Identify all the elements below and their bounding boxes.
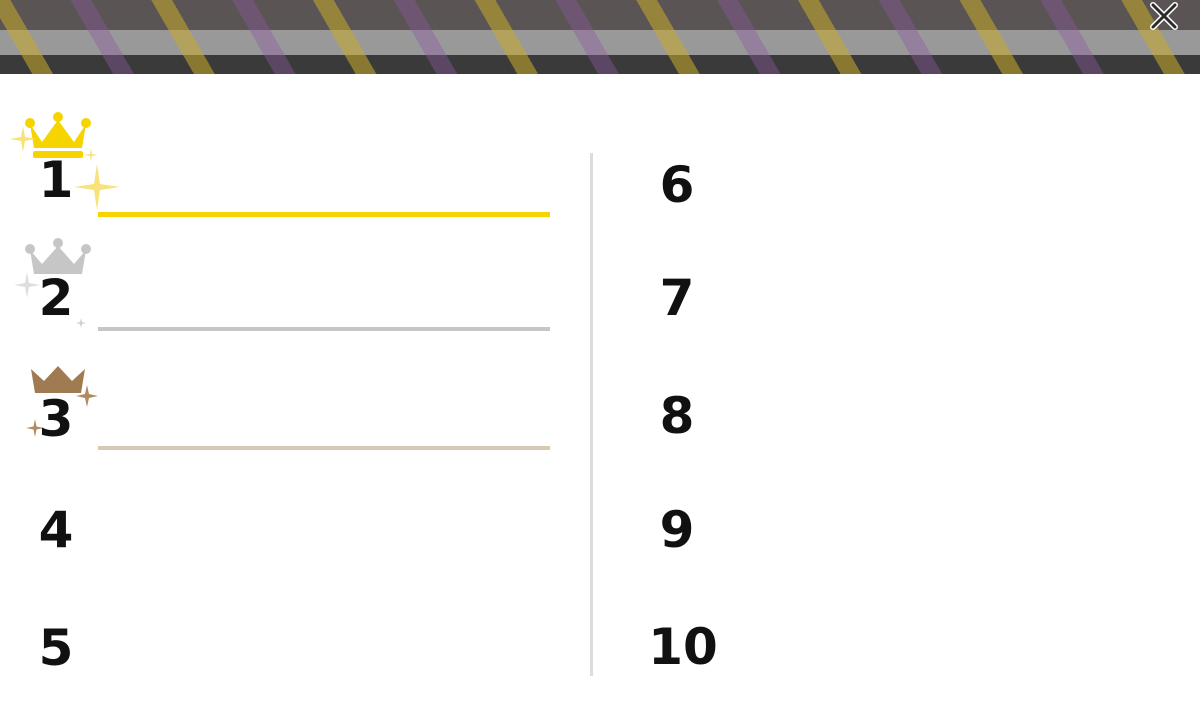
rank-row-4: 4: [16, 500, 576, 600]
rank-row-6: 6: [637, 155, 1197, 255]
rank-number: 1: [38, 151, 74, 209]
rank-row-10: 10: [637, 617, 1197, 717]
rank-row-3: 3: [16, 366, 576, 489]
rank-number: 7: [659, 269, 695, 327]
rank-underline-gold: [98, 212, 550, 217]
rank-number: 9: [659, 501, 695, 559]
rank-number: 6: [659, 156, 695, 214]
rank-row-5: 5: [16, 618, 576, 718]
rank-row-9: 9: [637, 500, 1197, 600]
rank-row-8: 8: [637, 386, 1197, 486]
close-button[interactable]: [1143, 0, 1185, 32]
header-banner: [0, 0, 1200, 74]
rank-number: 8: [659, 387, 695, 445]
close-icon: [1150, 2, 1178, 30]
rank-underline-silver: [98, 327, 550, 331]
sparkle-icon: [10, 126, 36, 152]
rank-number: 4: [38, 501, 74, 559]
rank-number: 10: [648, 618, 718, 676]
rank-row-2: 2: [14, 238, 576, 368]
rank-number: 5: [38, 619, 74, 677]
rank-row-7: 7: [637, 268, 1197, 368]
header-stripes: [0, 0, 1200, 74]
column-divider: [590, 153, 593, 676]
rank-row-1: 1: [10, 112, 576, 250]
rank-number: 3: [38, 390, 74, 448]
rank-number: 2: [38, 269, 74, 327]
rank-underline-bronze: [98, 446, 550, 450]
